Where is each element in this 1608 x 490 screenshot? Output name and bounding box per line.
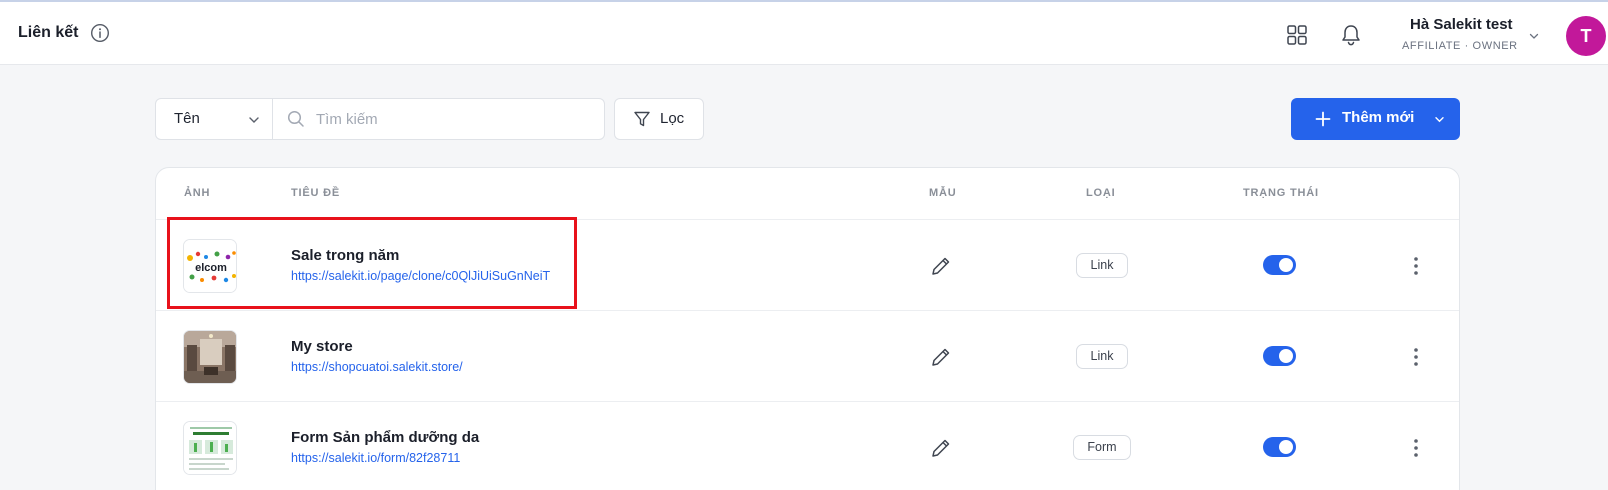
bell-icon[interactable]: [1340, 23, 1362, 47]
pencil-icon[interactable]: [929, 345, 953, 369]
pencil-icon[interactable]: [929, 436, 953, 460]
user-name: Hà Salekit test: [1410, 16, 1513, 33]
avatar[interactable]: T: [1566, 16, 1606, 56]
search-field-select[interactable]: Tên: [156, 99, 273, 139]
svg-text:elcom: elcom: [195, 262, 227, 274]
pencil-icon[interactable]: [929, 254, 953, 278]
type-badge: Link: [1076, 253, 1128, 278]
column-header-status: TRẠNG THÁI: [1243, 187, 1319, 199]
table-row[interactable]: My store https://shopcuatoi.salekit.stor…: [156, 310, 1459, 401]
toggle-knob: [1279, 349, 1293, 363]
status-toggle[interactable]: [1263, 346, 1296, 366]
filter-button[interactable]: Lọc: [614, 98, 704, 140]
row-title[interactable]: Form Sản phẩm dưỡng da: [291, 429, 479, 446]
info-icon[interactable]: [90, 23, 110, 43]
more-vertical-icon[interactable]: [1406, 436, 1426, 460]
row-thumbnail-welcome: elcom: [183, 239, 237, 293]
column-header-title: TIÊU ĐỀ: [291, 187, 340, 199]
filter-icon: [634, 111, 650, 127]
add-new-label: Thêm mới: [1342, 109, 1415, 126]
search-icon: [287, 110, 304, 127]
row-link[interactable]: https://salekit.io/page/clone/c0QlJiUiSu…: [291, 269, 550, 283]
search-input[interactable]: [316, 105, 596, 133]
page-title: Liên kết: [18, 24, 79, 41]
app-header: Liên kết Hà Salekit test AFFILIATE · OWN…: [0, 2, 1608, 65]
type-badge: Link: [1076, 344, 1128, 369]
row-title[interactable]: My store: [291, 338, 353, 355]
toggle-knob: [1279, 440, 1293, 454]
row-thumbnail-form: [183, 421, 237, 475]
column-header-template: MẪU: [929, 187, 957, 199]
links-table: ẢNH TIÊU ĐỀ MẪU LOẠI TRẠNG THÁI elcom Sa…: [155, 167, 1460, 490]
type-badge: Form: [1073, 435, 1131, 460]
status-toggle[interactable]: [1263, 255, 1296, 275]
more-vertical-icon[interactable]: [1406, 345, 1426, 369]
add-new-button[interactable]: Thêm mới: [1291, 98, 1460, 140]
row-link[interactable]: https://shopcuatoi.salekit.store/: [291, 360, 463, 374]
chevron-down-icon: [249, 117, 259, 123]
column-header-type: LOẠI: [1086, 187, 1116, 199]
status-toggle[interactable]: [1263, 437, 1296, 457]
filter-label: Lọc: [660, 110, 685, 127]
plus-icon: [1315, 111, 1331, 127]
more-vertical-icon[interactable]: [1406, 254, 1426, 278]
chevron-down-icon: [1435, 117, 1444, 123]
table-row[interactable]: elcom Sale trong năm https://salekit.io/…: [156, 219, 1459, 310]
table-row[interactable]: Form Sản phẩm dưỡng da https://salekit.i…: [156, 401, 1459, 490]
row-title[interactable]: Sale trong năm: [291, 247, 399, 264]
toggle-knob: [1279, 258, 1293, 272]
row-link[interactable]: https://salekit.io/form/82f28711: [291, 451, 460, 465]
user-role: AFFILIATE · OWNER: [1402, 40, 1518, 52]
search-field-value: Tên: [174, 110, 200, 127]
grid-icon[interactable]: [1286, 24, 1308, 46]
column-header-image: ẢNH: [184, 187, 211, 199]
user-menu[interactable]: Hà Salekit test AFFILIATE · OWNER: [1402, 16, 1548, 56]
chevron-down-icon: [1529, 33, 1539, 39]
row-thumbnail-store: [183, 330, 237, 384]
search-group: Tên: [155, 98, 605, 140]
